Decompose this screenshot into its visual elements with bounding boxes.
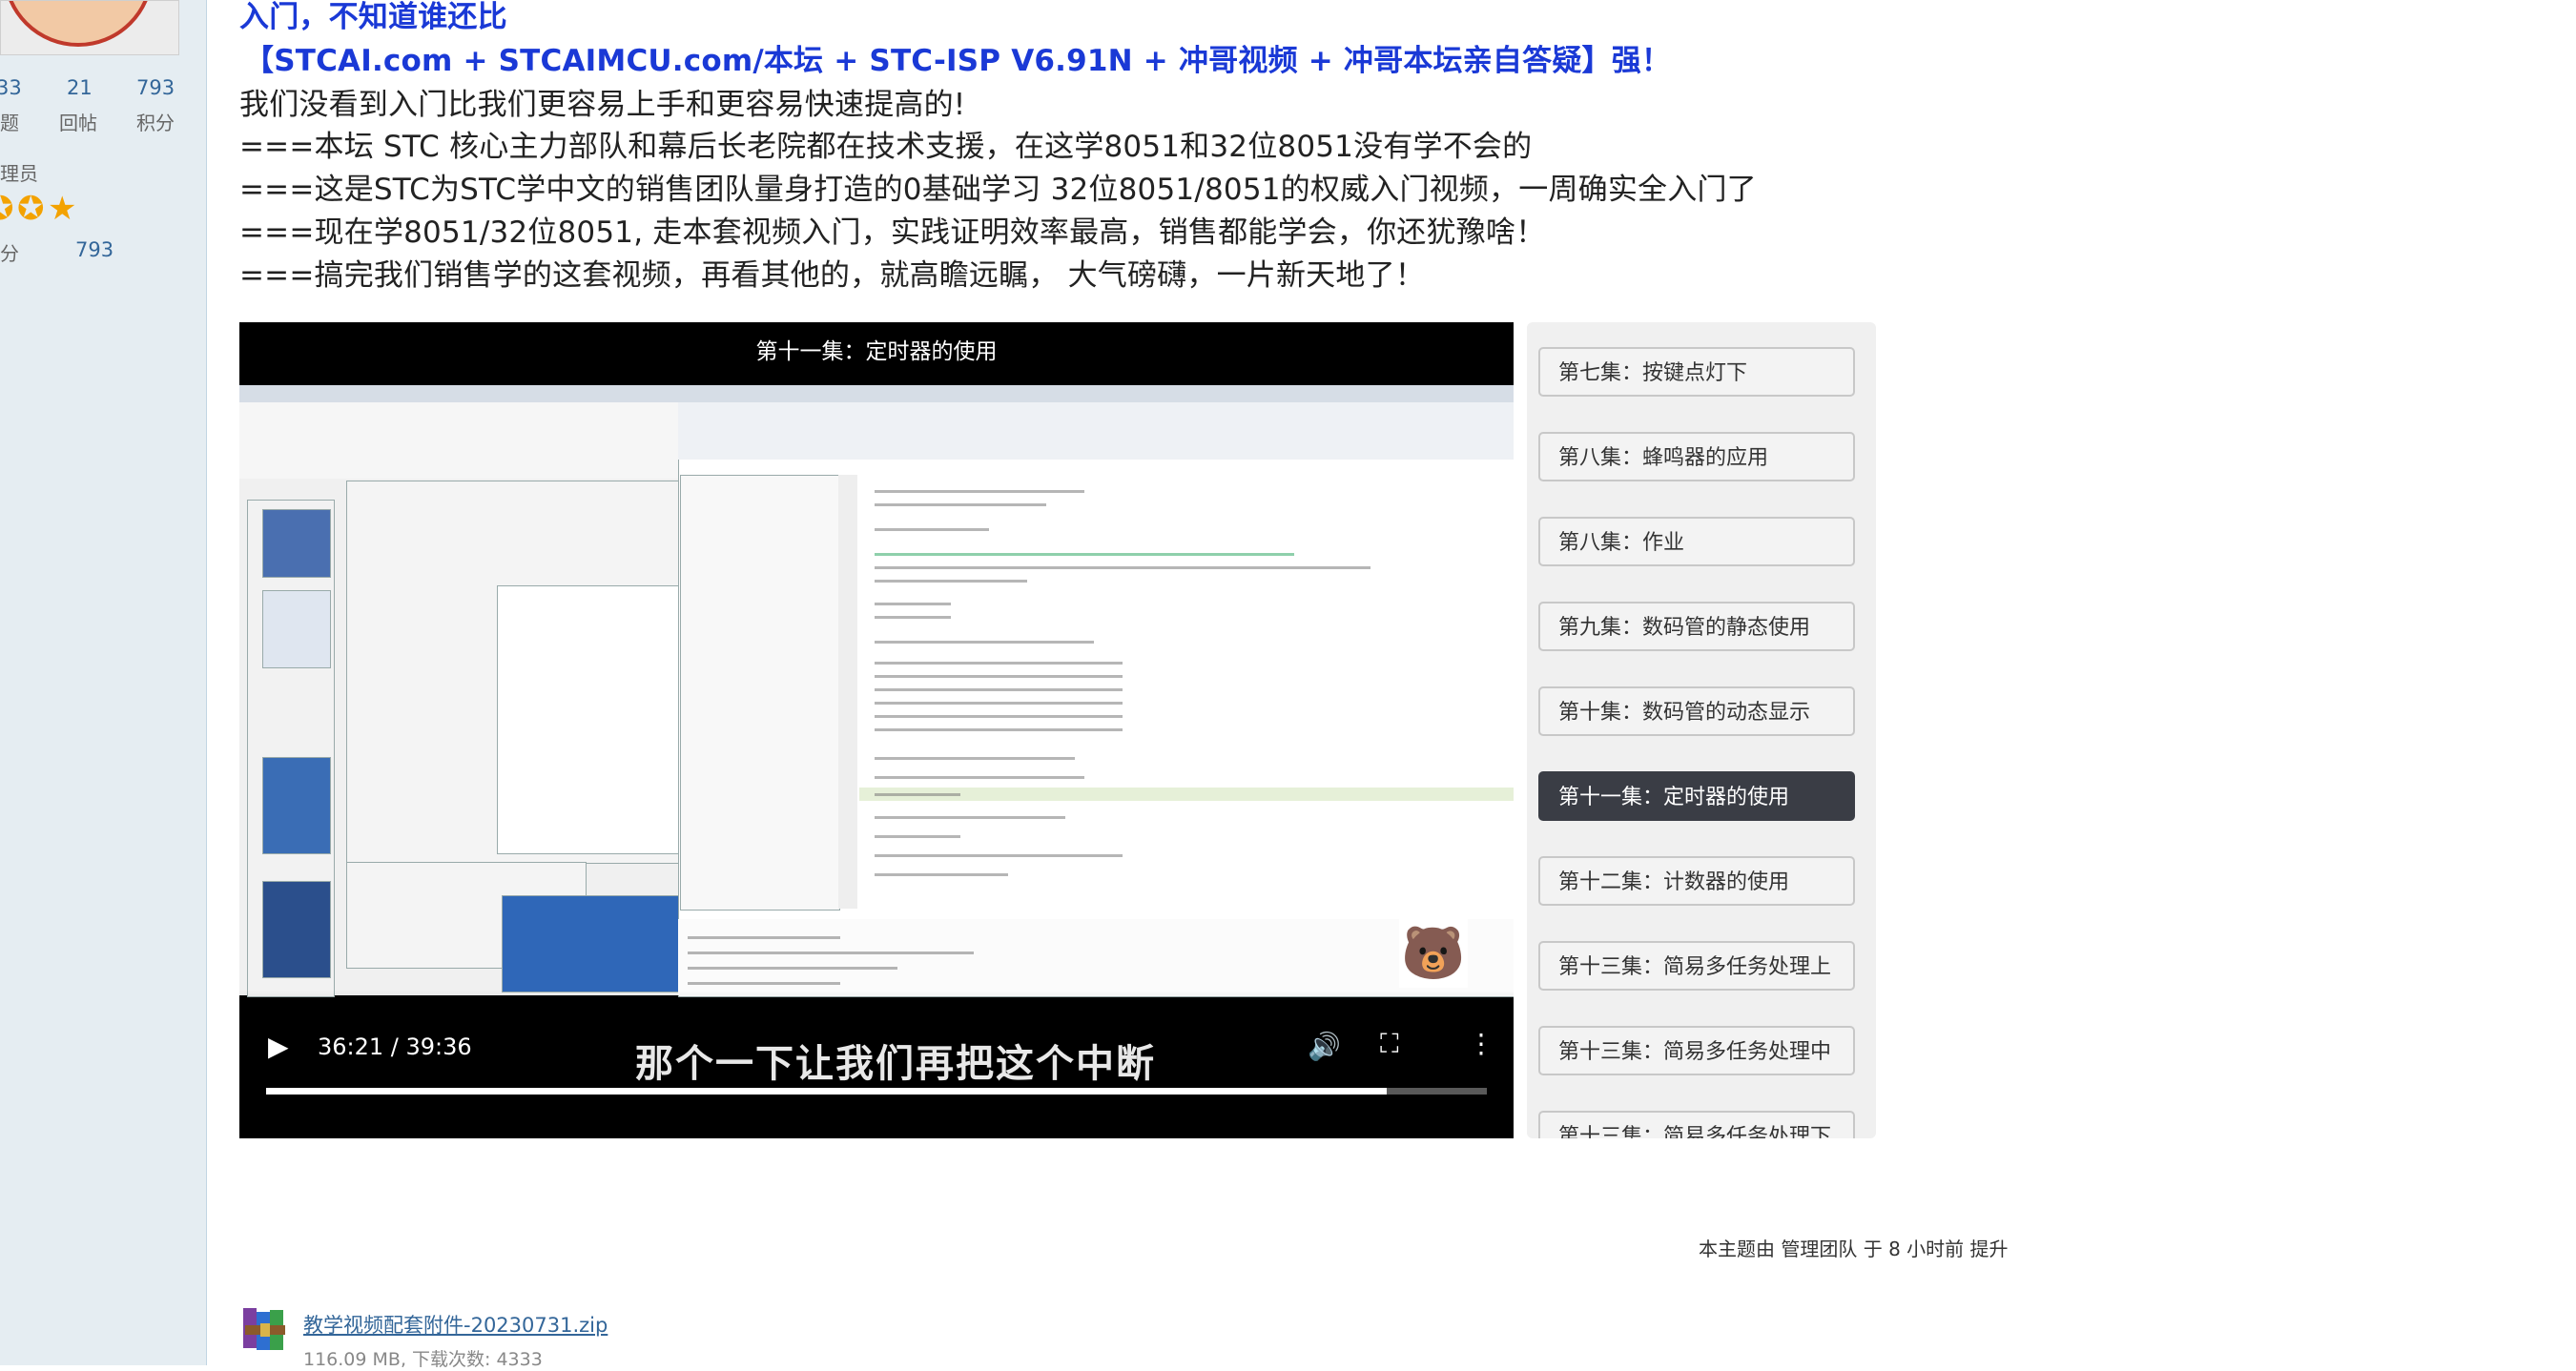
attachment-meta: 116.09 MB, 下载次数: 4333 — [303, 1349, 543, 1370]
episode-item-active[interactable]: 第十一集：定时器的使用 — [1538, 771, 1855, 821]
fullscreen-icon[interactable]: ⛶ — [1380, 1028, 1399, 1060]
stat-topics-value[interactable]: 33 — [0, 76, 22, 99]
episode-item[interactable]: 第十二集：计数器的使用 — [1538, 856, 1855, 906]
attachment-link[interactable]: 教学视频配套附件-20230731.zip — [303, 1310, 608, 1339]
stat-topics-label: 主题 — [0, 112, 19, 134]
star-icon: ★ — [48, 190, 77, 228]
stat-points-label: 积分 — [136, 112, 175, 134]
star-icon: ✪ — [0, 190, 14, 228]
episode-item[interactable]: 第八集：作业 — [1538, 517, 1855, 566]
stat-posts-value[interactable]: 21 — [67, 76, 93, 99]
episode-item[interactable]: 第十三集：简易多任务处理上 — [1538, 941, 1855, 991]
video-title: 第十一集：定时器的使用 — [755, 339, 998, 364]
post-line: 我们没看到入门比我们更容易上手和更容易快速提高的! — [239, 88, 966, 122]
video-frame: 🐻 — [239, 385, 1514, 997]
stat-posts-label: 回帖 — [59, 112, 97, 134]
post-headline: 【STCAI.com + STCAIMCU.com/本坛 + STC-ISP V… — [244, 44, 1672, 78]
post-line: ===这是STC为STC学中文的销售团队量身打造的0基础学习 32位8051/8… — [239, 173, 1757, 207]
episode-item[interactable]: 第九集：数码管的静态使用 — [1538, 602, 1855, 651]
points-value: 793 — [75, 238, 114, 261]
episode-item[interactable]: 第七集：按键点灯下 — [1538, 347, 1855, 397]
archive-icon — [239, 1302, 291, 1354]
play-icon[interactable]: ▶ — [268, 1031, 289, 1062]
episode-item[interactable]: 第十三集：简易多任务处理下 — [1538, 1111, 1855, 1138]
video-subtitle: 那个一下让我们再把这个中断 — [635, 1042, 1156, 1086]
post-line: ===现在学8051/32位8051, 走本套视频入门，实践证明效率最高，销售都… — [239, 215, 1546, 250]
video-player[interactable]: 第十一集：定时器的使用 🐻 ▶ 36:21 / 39:36 那个一下让我们再把这… — [239, 322, 1514, 1138]
mascot-icon: 🐻 — [1399, 919, 1468, 988]
star-icon: ✪ — [17, 190, 45, 228]
points-label: 积分 — [0, 242, 19, 265]
episode-item[interactable]: 第十三集：简易多任务处理中 — [1538, 1026, 1855, 1075]
video-time: 36:21 / 39:36 — [318, 1033, 472, 1060]
stat-points-value[interactable]: 793 — [136, 76, 175, 99]
thread-bump-note: 本主题由 管理团队 于 8 小时前 提升 — [1699, 1238, 2009, 1260]
episode-item[interactable]: 第十集：数码管的动态显示 — [1538, 686, 1855, 736]
user-sidebar: 33 21 793 主题 回帖 积分 管理员 ✪ ✪ ★ 积分 793 — [0, 0, 207, 1365]
post-line: 入门，不知道谁还比 — [239, 0, 507, 34]
post-line: ===搞完我们销售学的这套视频，再看其他的，就高瞻远瞩， 大气磅礴，一片新天地了… — [239, 258, 1425, 293]
video-progress-bar[interactable] — [266, 1088, 1487, 1095]
video-progress-fill — [266, 1088, 1388, 1095]
episode-item[interactable]: 第八集：蜂鸣器的应用 — [1538, 432, 1855, 481]
post-line: ===本坛 STC 核心主力部队和幕后长老院都在技术支援，在这学8051和32位… — [239, 130, 1533, 164]
more-icon[interactable]: ⋮ — [1468, 1028, 1494, 1059]
episode-playlist: 第七集：按键点灯下 第八集：蜂鸣器的应用 第八集：作业 第九集：数码管的静态使用… — [1527, 322, 1876, 1138]
user-role: 管理员 — [0, 162, 38, 185]
avatar[interactable] — [0, 0, 179, 55]
volume-icon[interactable]: 🔊 — [1308, 1031, 1341, 1062]
